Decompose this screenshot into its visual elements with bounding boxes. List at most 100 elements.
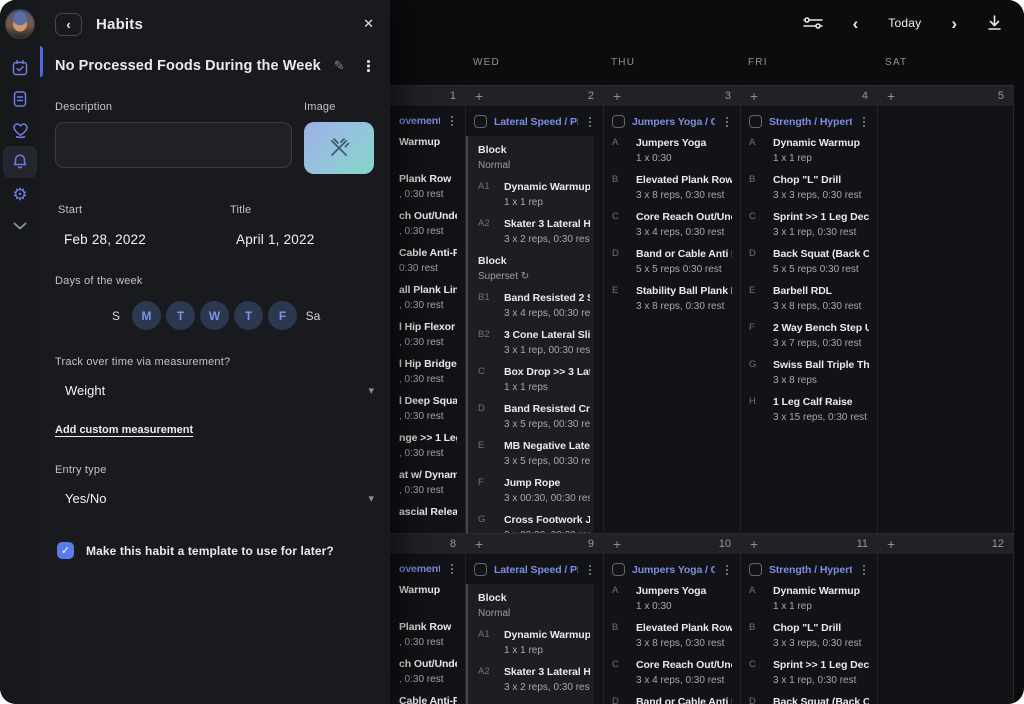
habit-image-tile[interactable] [304,122,374,174]
exercise-row[interactable]: EBarbell RDL3 x 8 reps, 0:30 rest [749,284,869,313]
add-event-button[interactable]: + [750,89,758,103]
exercise-row[interactable]: CCore Reach Out/Under3 x 4 reps, 0:30 re… [612,658,732,687]
workout-card[interactable]: Strength / Hypertro...ADynamic Warmup1 x… [741,107,877,533]
measurement-select[interactable]: Weight [65,383,368,398]
exercise-row[interactable]: EStability Ball Plank Linear ...3 x 8 re… [612,284,732,313]
exercise-row[interactable]: Plank Row, 0:30 rest [399,620,457,649]
add-event-button[interactable]: + [613,537,621,551]
exercise-row[interactable]: l Deep Squat Mo..., 0:30 rest [399,394,457,423]
day-of-week-toggle[interactable]: S [105,309,127,323]
exercise-row[interactable]: BElevated Plank Row3 x 8 reps, 0:30 rest [612,173,732,202]
prev-week-button[interactable]: ‹ [853,15,859,32]
workout-card[interactable]: Lateral Speed / PlyoBlockNormalA1Dynamic… [466,107,603,533]
exercise-row[interactable]: F2 Way Bench Step Up3 x 7 reps, 0:30 res… [749,321,869,350]
sidebar-item-health[interactable] [3,115,37,145]
add-event-button[interactable]: + [887,537,895,551]
add-event-button[interactable]: + [887,89,895,103]
exercise-row[interactable]: Plank Row, 0:30 rest [399,172,457,201]
exercise-row[interactable]: CSprint >> 1 Leg Declarations3 x 1 rep, … [749,210,869,239]
workout-checkbox[interactable] [474,115,487,128]
dropdown-chevron-icon[interactable]: ▾ [368,384,374,397]
workout-card[interactable]: Jumpers Yoga / Core AJumpers Yoga1 x 0:30… [604,107,740,533]
workout-title[interactable]: Strength / Hypertro... [769,564,852,576]
day-of-week-toggle[interactable]: W [200,301,229,330]
workout-card[interactable]: Lateral Speed / PlyoBlockNormalA1Dynamic… [466,555,603,704]
workout-card[interactable]: Jumpers Yoga / Core AJumpers Yoga1 x 0:30… [604,555,740,704]
exercise-row[interactable]: AJumpers Yoga1 x 0:30 [612,136,732,165]
workout-checkbox[interactable] [612,563,625,576]
exercise-row[interactable]: CSprint >> 1 Leg Declarations3 x 1 rep, … [749,658,869,687]
filter-sliders-icon[interactable] [803,15,823,31]
day-of-week-toggle[interactable]: F [268,301,297,330]
exercise-row[interactable]: BChop "L" Drill3 x 3 reps, 0:30 rest [749,173,869,202]
exercise-row[interactable]: nge >> 1 Leg St..., 0:30 rest [399,431,457,460]
sidebar-item-documents[interactable] [3,84,37,114]
exercise-row[interactable]: B1Band Resisted 2 Step Late...3 x 4 reps… [470,291,590,320]
exercise-row[interactable]: A2Skater 3 Lateral Hops >> ...3 x 2 reps… [470,665,590,694]
day-of-week-toggle[interactable]: T [166,301,195,330]
entry-type-select[interactable]: Yes/No [65,491,368,506]
template-checkbox[interactable]: ✓ [57,542,74,559]
exercise-row[interactable]: B23 Cone Lateral Slide3 x 1 rep, 00:30 r… [470,328,590,357]
kebab-menu-icon[interactable] [722,116,732,128]
add-event-button[interactable]: + [750,537,758,551]
exercise-row[interactable]: Warmup [399,583,457,612]
workout-checkbox[interactable] [474,563,487,576]
exercise-row[interactable]: BChop "L" Drill3 x 3 reps, 0:30 rest [749,621,869,650]
exercise-row[interactable]: at w/ Dynamic P..., 0:30 rest [399,468,457,497]
title-date-value[interactable]: April 1, 2022 [236,232,374,247]
exercise-row[interactable]: DBack Squat (Back Off Set)5 x 5 reps 0:3… [749,695,869,704]
edit-pencil-icon[interactable]: ✎ [334,58,362,74]
day-of-week-toggle[interactable]: T [234,301,263,330]
exercise-row[interactable]: DBand Resisted Crossover...3 x 5 reps, 0… [470,402,590,431]
exercise-row[interactable]: ch Out/Under, 0:30 rest [399,209,457,238]
exercise-row[interactable]: A1Dynamic Warmup1 x 1 rep [470,628,590,657]
exercise-row[interactable]: ch Out/Under, 0:30 rest [399,657,457,686]
workout-card[interactable]: Strength / Hypertro... ADynamic Warmup1 x… [741,555,877,704]
exercise-row[interactable]: A2Skater 3 Lateral Hops >> ...3 x 2 reps… [470,217,590,246]
workout-checkbox[interactable] [749,115,762,128]
description-input[interactable] [55,122,292,168]
avatar[interactable] [5,9,35,39]
workout-title[interactable]: Jumpers Yoga / Core [632,116,715,128]
exercise-row[interactable]: l Hip Bridge w/ ..., 0:30 rest [399,357,457,386]
add-event-button[interactable]: + [613,89,621,103]
exercise-row[interactable]: A1Dynamic Warmup1 x 1 rep [470,180,590,209]
day-of-week-toggle[interactable]: Sa [302,309,324,323]
exercise-row[interactable]: FJump Rope3 x 00:30, 00:30 rest [470,476,590,505]
sidebar-item-settings[interactable]: ⚙ [3,179,37,209]
sidebar-expand-chevron[interactable] [13,222,27,230]
dropdown-chevron-icon[interactable]: ▾ [368,492,374,505]
workout-title[interactable]: ovement Q... [399,115,440,127]
workout-checkbox[interactable] [749,563,762,576]
kebab-menu-icon[interactable] [859,564,869,576]
workout-title[interactable]: Jumpers Yoga / Core [632,564,715,576]
exercise-row[interactable]: EMB Negative Lateral Hop...3 x 5 reps, 0… [470,439,590,468]
add-event-button[interactable]: + [475,89,483,103]
exercise-row[interactable]: CBox Drop >> 3 Lateral H...1 x 1 reps [470,365,590,394]
sidebar-item-calendar[interactable] [3,53,37,83]
close-icon[interactable]: ✕ [363,16,374,32]
workout-checkbox[interactable] [612,115,625,128]
exercise-row[interactable]: H1 Leg Calf Raise3 x 15 reps, 0:30 rest [749,395,869,424]
kebab-menu-icon[interactable] [585,564,595,576]
exercise-row[interactable]: DBand or Cable Anti Rotati...5 x 5 reps … [612,695,732,704]
exercise-row[interactable]: ADynamic Warmup1 x 1 rep [749,584,869,613]
day-of-week-toggle[interactable]: M [132,301,161,330]
workout-title[interactable]: ovement Q... [399,563,440,575]
next-week-button[interactable]: › [951,15,957,32]
workout-title[interactable]: Lateral Speed / Plyo [494,564,578,576]
exercise-row[interactable]: l Hip Flexor Rais..., 0:30 rest [399,320,457,349]
back-button[interactable]: ‹ [55,13,82,36]
exercise-row[interactable]: BElevated Plank Row3 x 8 reps, 0:30 rest [612,621,732,650]
exercise-row[interactable]: DBack Squat (Back Off Set)5 x 5 reps 0:3… [749,247,869,276]
sidebar-item-reminders[interactable] [3,146,37,178]
kebab-menu-icon[interactable] [447,563,457,575]
exercise-row[interactable]: AJumpers Yoga1 x 0:30 [612,584,732,613]
exercise-row[interactable]: Cable Anti-Rotati...0:30 rest [399,694,457,704]
download-icon[interactable] [987,15,1002,31]
exercise-row[interactable]: Cable Anti-Rotati...0:30 rest [399,246,457,275]
exercise-row[interactable]: ascial Release C... [399,505,457,533]
kebab-menu-icon[interactable] [859,116,869,128]
today-button[interactable]: Today [888,16,921,30]
